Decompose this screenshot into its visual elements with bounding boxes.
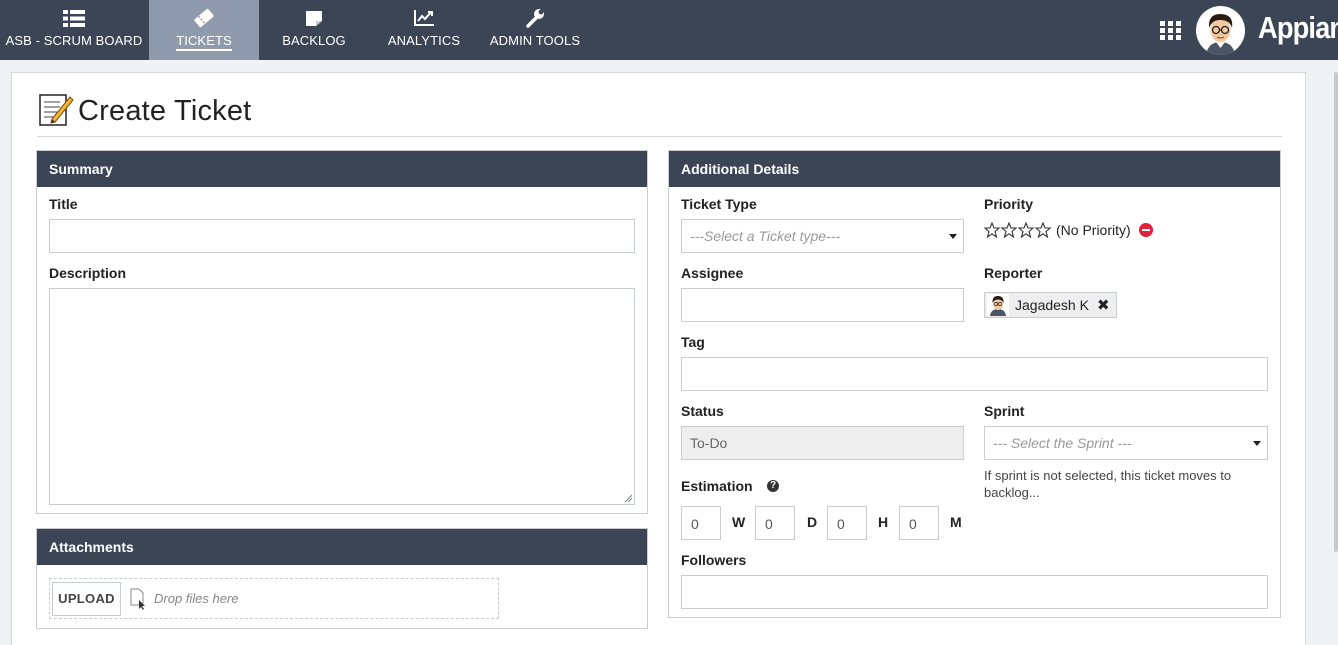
hours-unit: H — [878, 514, 889, 530]
estimation-days-input[interactable]: 0 — [755, 506, 795, 540]
sprint-placeholder: --- Select the Sprint --- — [993, 435, 1132, 451]
tab-label: ANALYTICS — [387, 33, 461, 48]
sprint-hint: If sprint is not selected, this ticket m… — [984, 468, 1232, 500]
estimation-label: Estimation — [681, 478, 753, 494]
tab-label: ASB - SCRUM BOARD — [5, 33, 143, 48]
tab-admin-tools[interactable]: ADMIN TOOLS — [480, 0, 590, 60]
reporter-chip: Jagadesh K ✖ — [984, 292, 1117, 318]
estimation-minutes-input[interactable]: 0 — [899, 506, 939, 540]
sprint-label: Sprint — [984, 403, 1025, 419]
drop-files-text: Drop files here — [154, 591, 239, 606]
page-scrollbar[interactable] — [1334, 72, 1338, 552]
tab-tickets[interactable]: TICKETS — [149, 0, 259, 60]
days-unit: D — [807, 514, 818, 530]
followers-input[interactable] — [681, 575, 1268, 609]
weeks-unit: W — [732, 514, 746, 530]
tab-label: TICKETS — [176, 33, 232, 51]
followers-label: Followers — [681, 552, 747, 568]
chevron-down-icon — [1253, 441, 1261, 446]
ticket-type-placeholder: ---Select a Ticket type--- — [690, 228, 841, 244]
reporter-label: Reporter — [984, 265, 1043, 281]
minutes-unit: M — [950, 514, 962, 530]
tab-label: BACKLOG — [282, 33, 346, 48]
wrench-icon — [480, 8, 590, 28]
tab-label: ADMIN TOOLS — [489, 33, 581, 48]
tab-analytics[interactable]: ANALYTICS — [369, 0, 479, 60]
attachments-header: Attachments — [37, 529, 647, 565]
resize-handle-icon[interactable] — [624, 494, 632, 502]
list-icon — [0, 8, 148, 28]
title-label: Title — [49, 196, 78, 212]
assignee-input[interactable] — [681, 288, 964, 322]
estimation-weeks-input[interactable]: 0 — [681, 506, 721, 540]
note-icon — [259, 8, 369, 28]
estimation-hours-input[interactable]: 0 — [827, 506, 867, 540]
remove-reporter-icon[interactable]: ✖ — [1097, 296, 1110, 314]
description-label: Description — [49, 265, 127, 281]
title-input[interactable] — [49, 219, 635, 253]
status-label: Status — [681, 403, 724, 419]
page-header: Create Ticket — [38, 91, 251, 132]
apps-grid-icon[interactable] — [1159, 20, 1183, 40]
page-title: Create Ticket — [78, 95, 252, 127]
reporter-avatar — [987, 294, 1009, 316]
chart-line-icon — [369, 8, 479, 28]
priority-rating: (No Priority) — [984, 222, 1153, 238]
brand-logo: Appian — [1258, 10, 1338, 45]
tag-label: Tag — [681, 334, 705, 350]
notepad-pencil-icon — [38, 91, 74, 132]
sprint-dropdown[interactable]: --- Select the Sprint --- — [984, 426, 1268, 460]
status-field: To-Do — [681, 426, 964, 460]
priority-label: Priority — [984, 196, 1034, 212]
tab-backlog[interactable]: BACKLOG — [259, 0, 369, 60]
priority-text: (No Priority) — [1056, 222, 1131, 238]
assignee-label: Assignee — [681, 265, 744, 281]
ticket-icon — [149, 8, 259, 28]
star-rating-icon[interactable] — [984, 222, 1052, 238]
upload-button[interactable]: UPLOAD — [52, 582, 121, 616]
summary-header: Summary — [37, 151, 647, 187]
ticket-type-label: Ticket Type — [681, 196, 757, 212]
top-navigation-bar: ASB - SCRUM BOARD TICKETS BACKLOG ANALYT… — [0, 0, 1338, 60]
file-drop-zone[interactable]: UPLOAD Drop files here — [49, 578, 499, 619]
file-drag-icon — [130, 588, 146, 610]
clear-priority-icon[interactable] — [1138, 223, 1153, 237]
tab-scrum-board[interactable]: ASB - SCRUM BOARD — [0, 0, 148, 60]
additional-details-header: Additional Details — [669, 151, 1280, 187]
title-divider — [37, 136, 1282, 137]
reporter-name: Jagadesh K — [1015, 297, 1089, 313]
description-textarea[interactable] — [49, 288, 635, 505]
ticket-type-dropdown[interactable]: ---Select a Ticket type--- — [681, 219, 964, 253]
tag-input[interactable] — [681, 357, 1268, 391]
user-avatar[interactable] — [1196, 6, 1245, 55]
help-icon[interactable]: ? — [767, 480, 779, 492]
chevron-down-icon — [949, 234, 957, 239]
